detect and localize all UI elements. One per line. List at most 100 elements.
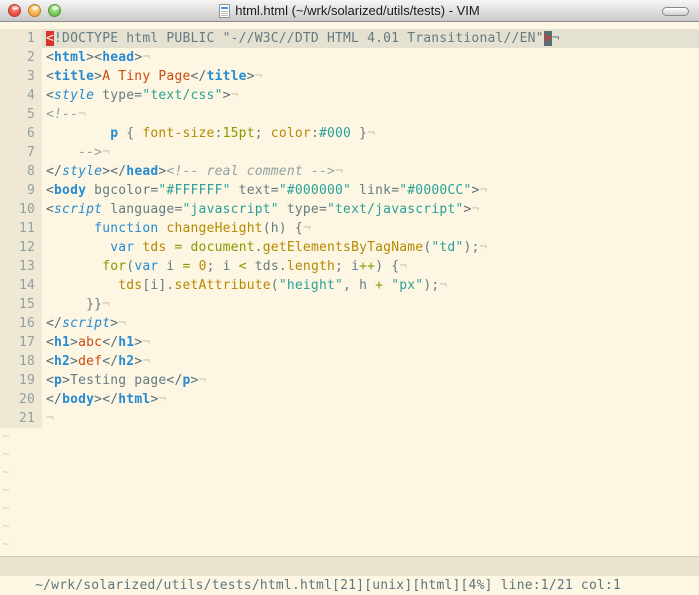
toolbar-toggle-button[interactable] [662, 7, 689, 16]
code-token: ; [255, 126, 271, 141]
code-token: p [54, 373, 62, 388]
code-token: = [183, 259, 191, 274]
code-token: setAttribute [174, 278, 270, 293]
code-token [46, 278, 118, 293]
code-token: abc [78, 335, 102, 350]
eol-marker: ¬ [303, 221, 311, 236]
code-token: < [46, 31, 54, 46]
eol-marker: ¬ [231, 88, 239, 103]
editor-line[interactable]: 11 function changeHeight(h) {¬ [0, 219, 699, 238]
editor-line[interactable]: 15 }}¬ [0, 295, 699, 314]
editor-line[interactable]: 13 for(var i = 0; i < tds.length; i++) {… [0, 257, 699, 276]
zoom-button[interactable] [48, 4, 61, 17]
code-token: < [46, 183, 54, 198]
status-text: ~/wrk/solarized/utils/tests/html.html[21… [35, 578, 621, 593]
line-number: 16 [0, 314, 42, 333]
code-token: var [110, 240, 134, 255]
code-token: = [174, 240, 182, 255]
editor-line[interactable]: 21¬ [0, 409, 699, 428]
code-token: 0 [199, 259, 207, 274]
editor-line[interactable]: 8</style></head><!-- real comment -->¬ [0, 162, 699, 181]
code-token: ; i [207, 259, 239, 274]
line-code: ¬ [42, 409, 699, 428]
line-code: <h1>abc</h1>¬ [42, 333, 699, 352]
code-token: "#0000CC" [399, 183, 471, 198]
title-bar[interactable]: html.html (~/wrk/solarized/utils/tests) … [0, 0, 699, 22]
code-token: A Tiny Page [102, 69, 190, 84]
line-code: <!DOCTYPE html PUBLIC "-//W3C//DTD HTML … [42, 29, 699, 48]
line-number: 7 [0, 143, 42, 162]
code-token: > [94, 69, 102, 84]
editor-line[interactable]: 3<title>A Tiny Page</title>¬ [0, 67, 699, 86]
line-code: <h2>def</h2>¬ [42, 352, 699, 371]
code-token: length [287, 259, 335, 274]
eol-marker: ¬ [102, 297, 110, 312]
code-token [183, 240, 191, 255]
editor-line[interactable]: 1<!DOCTYPE html PUBLIC "-//W3C//DTD HTML… [0, 29, 699, 48]
code-token: head [126, 164, 158, 179]
code-token: for [102, 259, 126, 274]
minimize-button[interactable] [28, 4, 41, 17]
editor-line[interactable]: 16</script>¬ [0, 314, 699, 333]
code-token [46, 126, 110, 141]
line-number: 13 [0, 257, 42, 276]
code-token: > [62, 373, 70, 388]
editor-line[interactable]: 7 -->¬ [0, 143, 699, 162]
line-number: 19 [0, 371, 42, 390]
code-token: > [247, 69, 255, 84]
line-code: <p>Testing page</p>¬ [42, 371, 699, 390]
code-token: "#FFFFFF" [158, 183, 230, 198]
eol-marker: ¬ [471, 202, 479, 217]
code-token: + [375, 278, 383, 293]
code-token: < [46, 354, 54, 369]
code-token: script [54, 202, 102, 217]
code-token: }} [46, 297, 102, 312]
code-token: <!-- real comment --> [166, 164, 335, 179]
editor-line[interactable]: 18<h2>def</h2>¬ [0, 352, 699, 371]
code-token [46, 145, 78, 160]
editor-line[interactable]: 10<script language="javascript" type="te… [0, 200, 699, 219]
line-number: 2 [0, 48, 42, 67]
line-number: 14 [0, 276, 42, 295]
line-code: </body></html>¬ [42, 390, 699, 409]
code-token: < [46, 69, 54, 84]
code-token: text= [231, 183, 279, 198]
editor-line[interactable]: 2<html><head>¬ [0, 48, 699, 67]
editor-line[interactable]: 6 p { font-size:15pt; color:#000 }¬ [0, 124, 699, 143]
code-token: body [62, 392, 94, 407]
editor-line[interactable]: 19<p>Testing page</p>¬ [0, 371, 699, 390]
editor-line[interactable]: 14 tds[i].setAttribute("height", h + "px… [0, 276, 699, 295]
code-token: head [102, 50, 134, 65]
line-number: 8 [0, 162, 42, 181]
line-number: 11 [0, 219, 42, 238]
eol-marker: ¬ [142, 354, 150, 369]
line-code: tds[i].setAttribute("height", h + "px");… [42, 276, 699, 295]
code-token: < [239, 259, 247, 274]
code-token: ; i [335, 259, 359, 274]
line-code: </style></head><!-- real comment -->¬ [42, 162, 699, 181]
code-token: html [118, 392, 150, 407]
editor-line[interactable]: 20</body></html>¬ [0, 390, 699, 409]
code-token: > [471, 183, 479, 198]
editor-line[interactable]: 4<style type="text/css">¬ [0, 86, 699, 105]
code-token: color [271, 126, 311, 141]
code-token: style [54, 88, 94, 103]
editor-line[interactable]: 17<h1>abc</h1>¬ [0, 333, 699, 352]
line-code: <body bgcolor="#FFFFFF" text="#000000" l… [42, 181, 699, 200]
line-code: }}¬ [42, 295, 699, 314]
editor-area[interactable]: 1<!DOCTYPE html PUBLIC "-//W3C//DTD HTML… [0, 22, 699, 556]
line-code: <!--¬ [42, 105, 699, 124]
line-code: var tds = document.getElementsByTagName(… [42, 238, 699, 257]
code-token: tds. [247, 259, 287, 274]
editor-line[interactable]: 9<body bgcolor="#FFFFFF" text="#000000" … [0, 181, 699, 200]
close-button[interactable] [8, 4, 21, 17]
editor-line[interactable]: 12 var tds = document.getElementsByTagNa… [0, 238, 699, 257]
code-token: type= [279, 202, 327, 217]
line-number: 9 [0, 181, 42, 200]
code-token: </ [46, 316, 62, 331]
eol-marker: ¬ [78, 107, 86, 122]
code-token: > [544, 31, 552, 46]
editor-line[interactable]: 5<!--¬ [0, 105, 699, 124]
code-token: >< [86, 50, 102, 65]
code-token: bgcolor= [86, 183, 158, 198]
